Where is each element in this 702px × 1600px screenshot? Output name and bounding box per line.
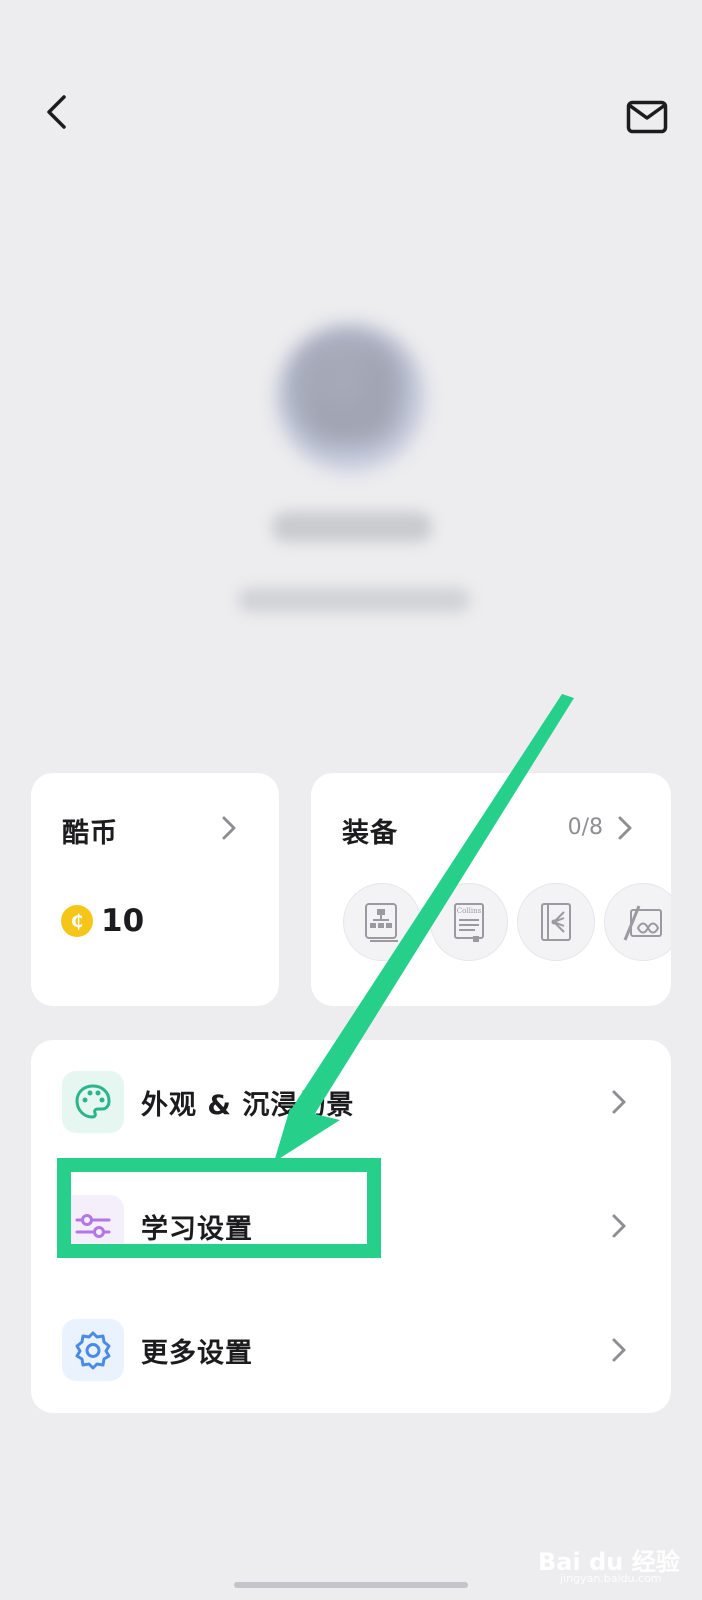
chevron-left-icon [47, 95, 66, 129]
mindmap-book-icon [365, 903, 398, 942]
equipment-title: 装备 [342, 818, 398, 849]
settings-item-label: 更多设置 [141, 1337, 253, 1369]
username-blurred [272, 512, 432, 542]
settings-list: 外观 & 沉浸场景 学习设置 更多设置 [31, 1040, 671, 1413]
settings-item-study[interactable]: 学习设置 [31, 1164, 671, 1288]
gear-icon [62, 1319, 124, 1381]
coin-icon: ₵ [61, 905, 93, 937]
equipment-item[interactable]: Collins [430, 883, 508, 961]
chevron-right-icon [612, 1338, 626, 1362]
back-button[interactable] [36, 92, 76, 132]
equipment-item[interactable] [517, 883, 595, 961]
collins-dictionary-icon: Collins [454, 903, 484, 942]
home-indicator[interactable] [234, 1582, 468, 1588]
avatar-image [305, 350, 397, 442]
coins-card[interactable]: 酷币 ₵ 10 [31, 773, 279, 1006]
sliders-icon [62, 1195, 124, 1257]
equipment-count: 0/8 [567, 815, 603, 840]
settings-item-label: 学习设置 [141, 1213, 253, 1245]
settings-item-more[interactable]: 更多设置 [31, 1288, 671, 1412]
tree-book-icon [541, 903, 571, 941]
equipment-card[interactable]: 装备 0/8 Collins [311, 773, 671, 1006]
equipment-item[interactable] [604, 883, 671, 961]
chevron-right-icon [222, 816, 236, 840]
palette-icon [62, 1071, 124, 1133]
settings-item-label: 外观 & 沉浸场景 [141, 1089, 355, 1121]
user-subtitle-blurred [238, 588, 470, 612]
mail-button[interactable] [624, 96, 670, 138]
chevron-right-icon [612, 1090, 626, 1114]
settings-item-appearance[interactable]: 外观 & 沉浸场景 [31, 1040, 671, 1164]
collins-label: Collins [457, 907, 482, 915]
chevron-right-icon [612, 1214, 626, 1238]
mail-icon [626, 100, 668, 134]
watermark-subtext: jingyan.baidu.com [560, 1572, 662, 1585]
coin-balance: 10 [101, 903, 145, 939]
chevron-right-icon [618, 816, 632, 840]
equipment-item[interactable] [343, 883, 421, 961]
pencil-infinity-icon [623, 905, 662, 941]
coins-title: 酷币 [62, 818, 118, 849]
